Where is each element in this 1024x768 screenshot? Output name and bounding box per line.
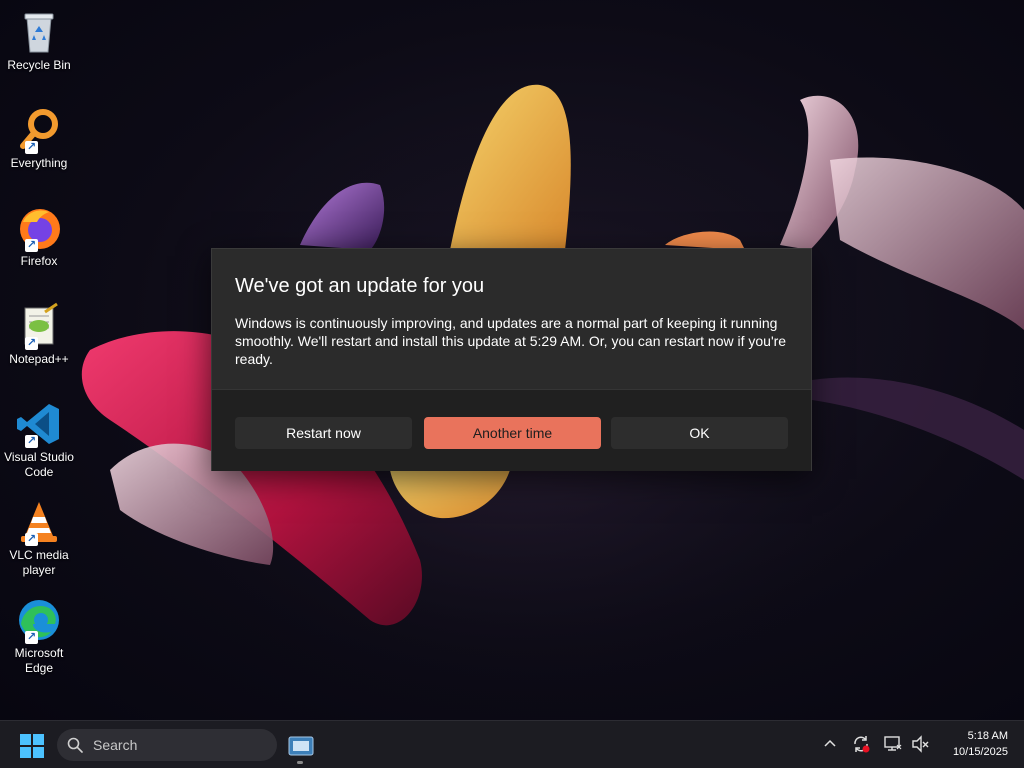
vlc-icon: ↗	[15, 498, 63, 546]
taskbar: Search 5:18 AM 10/15/2025	[0, 720, 1024, 768]
recycle-bin-icon	[15, 8, 63, 56]
clock-time: 5:18 AM	[967, 730, 1008, 742]
desktop-icon-label: Everything	[10, 156, 68, 170]
another-time-button[interactable]: Another time	[424, 417, 601, 449]
dialog-message: Windows is continuously improving, and u…	[235, 315, 787, 367]
shortcut-arrow-icon: ↗	[25, 337, 38, 350]
shortcut-arrow-icon: ↗	[25, 533, 38, 546]
search-icon	[67, 737, 83, 753]
taskbar-app-button[interactable]	[287, 732, 315, 760]
notepad-plus-plus-icon: ↗	[15, 302, 63, 350]
shortcut-arrow-icon: ↗	[25, 239, 38, 252]
vscode-icon: ↗	[15, 400, 63, 448]
start-button[interactable]	[20, 734, 44, 758]
task-view-app-icon	[288, 736, 314, 756]
update-dialog: We've got an update for you Windows is c…	[211, 248, 812, 471]
desktop-icon-recycle-bin[interactable]: Recycle Bin	[2, 8, 76, 73]
desktop-icon-label: Recycle Bin	[7, 58, 71, 72]
desktop-icon-label: Visual Studio Code	[4, 450, 74, 479]
dialog-title: We've got an update for you	[235, 275, 485, 297]
desktop-icon-everything[interactable]: ↗ Everything	[2, 106, 76, 171]
display-network-icon[interactable]	[884, 735, 902, 753]
edge-icon: ↗	[15, 596, 63, 644]
desktop-icon-vscode[interactable]: ↗ Visual Studio Code	[2, 400, 76, 480]
ok-button[interactable]: OK	[611, 417, 788, 449]
windows-logo-icon	[20, 734, 44, 758]
taskbar-search-box[interactable]: Search	[57, 729, 277, 761]
search-placeholder: Search	[93, 737, 138, 753]
desktop-icon-firefox[interactable]: ↗ Firefox	[2, 204, 76, 269]
dialog-button-bar: Restart now Another time OK	[212, 389, 811, 471]
speaker-muted-icon[interactable]	[911, 735, 929, 753]
desktop-icon-label: Microsoft Edge	[14, 646, 64, 675]
firefox-icon: ↗	[15, 204, 63, 252]
desktop-icon-label: VLC media player	[9, 548, 69, 577]
desktop-icon-label: Firefox	[20, 254, 58, 268]
desktop-icon-label: Notepad++	[9, 352, 69, 366]
desktop-icon-edge[interactable]: ↗ Microsoft Edge	[2, 596, 76, 676]
everything-search-icon: ↗	[15, 106, 63, 154]
desktop-icon-vlc[interactable]: ↗ VLC media player	[2, 498, 76, 578]
shortcut-arrow-icon: ↗	[25, 141, 38, 154]
shortcut-arrow-icon: ↗	[25, 435, 38, 448]
clock-date: 10/15/2025	[952, 746, 1008, 758]
running-app-indicator	[297, 761, 303, 764]
taskbar-clock[interactable]: 5:18 AM 10/15/2025	[938, 728, 1008, 760]
desktop-icon-notepad-plus-plus[interactable]: ↗ Notepad++	[2, 302, 76, 367]
chevron-up-icon[interactable]	[821, 735, 839, 753]
restart-now-button[interactable]: Restart now	[235, 417, 412, 449]
shortcut-arrow-icon: ↗	[25, 631, 38, 644]
update-sync-icon[interactable]	[852, 735, 870, 753]
